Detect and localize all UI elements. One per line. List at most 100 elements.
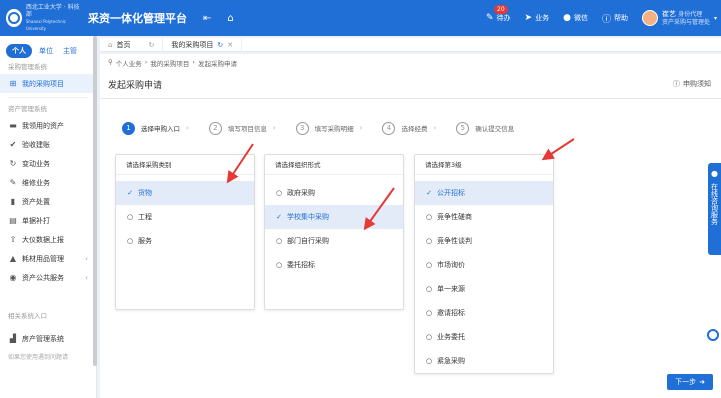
wrench-icon: ✎ [9, 178, 17, 187]
option-entrusted[interactable]: ○ 委托招标 [265, 253, 403, 277]
tab-home-label: 首页 [116, 40, 131, 49]
option-government[interactable]: ○ 政府采购 [265, 181, 403, 205]
system-title: 采资一体化管理平台 [88, 12, 187, 25]
refresh-icon[interactable]: ↻ [148, 41, 154, 49]
step-1: 1 选择申购入口 › [122, 121, 189, 135]
option-label: 部门自行采购 [287, 237, 329, 245]
close-icon[interactable]: ✕ [227, 41, 233, 49]
procurement-method-panel: 请选择第3级 ✓ 公开招标 ○ 竞争性磋商 ○ 竞争性谈判 ○ 市场询价 ○ 单… [414, 154, 554, 374]
check-icon: ✓ [127, 189, 133, 197]
option-label: 服务 [138, 237, 152, 245]
business-link[interactable]: ➤ 业务 [525, 13, 550, 23]
sidebar-item-public-service[interactable]: ◉ 资产公共服务 ‹ [0, 268, 96, 287]
option-service[interactable]: ○ 服务 [116, 229, 254, 253]
tab-unit[interactable]: 单位 [36, 44, 56, 58]
chat-icon: ● [563, 13, 571, 23]
home-icon[interactable]: ⌂ [227, 13, 233, 24]
purchase-notice-link[interactable]: ⓘ 申购须知 [673, 79, 711, 89]
tab-bar: ⌂ 首页 ↻ 我的采购项目 ↻ ✕ [100, 37, 721, 52]
option-label: 委托招标 [287, 261, 315, 269]
sidebar-item-label: 维修业务 [22, 178, 50, 187]
edit-icon: ✎ [486, 13, 494, 23]
radio-icon: ○ [275, 189, 283, 197]
tab-my-procurement[interactable]: 我的采购项目 ↻ ✕ [163, 37, 243, 52]
option-label: 单一来源 [437, 285, 465, 293]
main-content: ⚲ 个人业务 › 我的采购项目 › 发起采购申请 发起采购申请 ⓘ 申购须知 1… [100, 54, 721, 398]
step-2: 2 填写项目信息 › [208, 121, 276, 135]
option-engineering[interactable]: ○ 工程 [116, 205, 254, 229]
breadcrumb-item: 发起采购申请 [197, 60, 237, 68]
thumbs-up-icon: ✔ [9, 140, 17, 149]
option-label: 紧急采购 [437, 357, 465, 365]
step-4: 4 选择经费 › [382, 121, 436, 135]
option-invited-tender[interactable]: ○ 邀请招标 [415, 301, 553, 325]
logo-text-en: Shaanxi Polytechnic University [25, 19, 66, 31]
step-number: 2 [208, 121, 222, 135]
radio-icon: ○ [425, 285, 433, 293]
help-link-top[interactable]: ⓘ 帮助 [602, 12, 628, 25]
online-consult-label: 在线咨询服务 [710, 183, 719, 225]
sidebar-item-repair[interactable]: ✎ 维修业务 [0, 173, 96, 192]
check-icon: ✓ [276, 213, 282, 221]
sidebar-scrollbar[interactable] [93, 36, 97, 366]
option-school-central[interactable]: ✓ 学校集中采购 [265, 205, 403, 229]
refresh-icon[interactable]: ↻ [217, 41, 223, 49]
step-number: 5 [456, 121, 470, 135]
step-number: 1 [122, 121, 135, 135]
sidebar-item-changes[interactable]: ↻ 变动业务 [0, 154, 96, 173]
business-label: 业务 [535, 14, 550, 22]
option-label: 邀请招标 [437, 309, 465, 317]
radio-icon: ○ [425, 261, 433, 269]
option-public-tender[interactable]: ✓ 公开招标 [415, 181, 553, 205]
user-menu[interactable]: 崔艺 身份代理 资产采购与管理处 ▾ [641, 10, 717, 26]
sidebar-item-report[interactable]: ⇧ 大仪数据上报 [0, 230, 96, 249]
top-bar: 西北工业大学 · 科技部 Shaanxi Polytechnic Univers… [0, 0, 721, 36]
step-indicator: 1 选择申购入口 › 2 填写项目信息 › 3 填写采购明细 › 4 选择经费 … [122, 120, 534, 136]
sidebar-item-label: 资产公共服务 [22, 273, 64, 282]
page-title: 发起采购申请 [108, 81, 163, 91]
sidebar-item-housing[interactable]: ▟ 房产管理系统 [0, 329, 96, 348]
wechat-link[interactable]: ● 微信 [563, 13, 588, 23]
radio-icon: ○ [275, 237, 283, 245]
option-department-self[interactable]: ○ 部门自行采购 [265, 229, 403, 253]
radio-icon: ○ [425, 237, 433, 245]
todo-link[interactable]: ✎ 待办 20 [486, 5, 511, 23]
building-icon: ▟ [9, 334, 17, 343]
step-label: 选择申购入口 [141, 125, 180, 133]
panel-title: 请选择采购类别 [116, 155, 254, 175]
sidebar-item-consumables[interactable]: ▲ 耗材用品管理 ‹ [0, 249, 96, 268]
breadcrumb-item[interactable]: 个人业务 [116, 58, 142, 68]
option-competitive-negotiation[interactable]: ○ 竞争性谈判 [415, 229, 553, 253]
option-goods[interactable]: ✓ 货物 [116, 181, 254, 205]
university-logo[interactable]: 西北工业大学 · 科技部 Shaanxi Polytechnic Univers… [0, 0, 80, 36]
sidebar-item-label: 耗材用品管理 [22, 254, 64, 263]
sidebar-item-disposal[interactable]: ▮ 资产处置 [0, 192, 96, 211]
sidebar-item-acceptance[interactable]: ✔ 验收建账 [0, 135, 96, 154]
sidebar-item-reprint[interactable]: ▤ 单据补打 [0, 211, 96, 230]
option-emergency[interactable]: ○ 紧急采购 [415, 349, 553, 373]
sidebar-item-label: 验收建账 [22, 140, 50, 149]
breadcrumb-item[interactable]: 我的采购项目 [150, 58, 189, 68]
sidebar-item-my-assets[interactable]: ▬ 我领用的资产 [0, 116, 96, 135]
tab-supervisor[interactable]: 主管 [60, 44, 80, 58]
avatar [641, 10, 658, 26]
refresh-icon: ↻ [9, 159, 17, 168]
sidebar-footer: 如果您使用遇到问题请 [8, 354, 69, 361]
collapse-sidebar-icon[interactable]: ⇤ [203, 13, 211, 24]
sidebar-item-label: 变动业务 [22, 159, 50, 168]
option-single-source[interactable]: ○ 单一来源 [415, 277, 553, 301]
assistant-icon[interactable] [707, 329, 719, 341]
tab-home[interactable]: ⌂ 首页 ↻ [100, 37, 164, 52]
online-consult-tab[interactable]: ● 在线咨询服务 [708, 163, 721, 255]
sidebar-item-my-procurement[interactable]: ⊞ 我的采购项目 [0, 74, 96, 93]
next-step-button[interactable]: 下一步 ➜ [667, 374, 713, 390]
user-name: 崔艺 [661, 10, 676, 18]
option-competitive-consultation[interactable]: ○ 竞争性磋商 [415, 205, 553, 229]
option-label: 业务委托 [437, 333, 465, 341]
question-icon: ⓘ [601, 14, 611, 25]
option-market-inquiry[interactable]: ○ 市场询价 [415, 253, 553, 277]
option-business-entrust[interactable]: ○ 业务委托 [415, 325, 553, 349]
step-3: 3 填写采购明细 › [295, 121, 362, 135]
divider [8, 97, 88, 98]
tab-personal[interactable]: 个人 [6, 44, 32, 58]
